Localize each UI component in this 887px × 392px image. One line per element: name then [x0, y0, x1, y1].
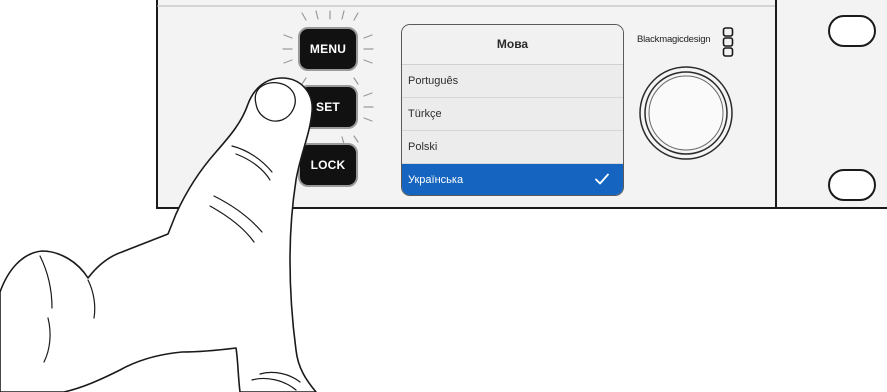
front-panel-illustration: MENU SET LOCK Мова Português Türkçe Polski… [0, 0, 887, 392]
pointing-hand-icon [0, 77, 317, 392]
